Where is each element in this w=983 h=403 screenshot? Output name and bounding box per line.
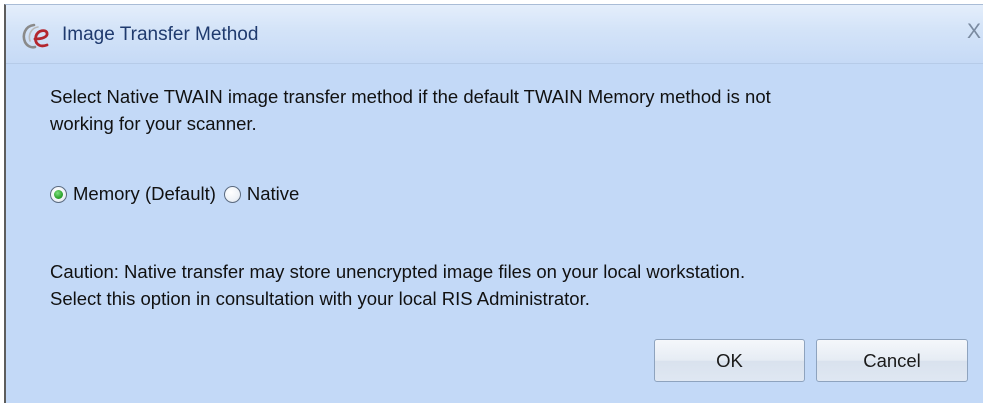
title-bar[interactable]: Image Transfer Method X [6, 5, 983, 64]
instruction-message: Select Native TWAIN image transfer metho… [50, 83, 970, 137]
ok-button[interactable]: OK [654, 339, 805, 382]
screen: Image Transfer Method X Select Native TW… [0, 0, 983, 403]
radio-label-memory[interactable]: Memory (Default) [73, 183, 216, 205]
radio-button-native[interactable] [223, 185, 241, 203]
image-transfer-dialog: Image Transfer Method X Select Native TW… [4, 4, 983, 403]
dialog-title: Image Transfer Method [62, 24, 259, 45]
caution-message: Caution: Native transfer may store unenc… [50, 258, 970, 312]
transfer-method-radio-group: Memory (Default) Native [50, 179, 307, 209]
radio-option-memory[interactable]: Memory (Default) [50, 183, 216, 205]
instruction-line-2: working for your scanner. [50, 113, 257, 134]
instruction-line-1: Select Native TWAIN image transfer metho… [50, 86, 771, 107]
radio-option-native[interactable]: Native [223, 183, 299, 205]
radio-label-native[interactable]: Native [247, 183, 299, 205]
cancel-button[interactable]: Cancel [816, 339, 968, 382]
close-icon[interactable]: X [967, 21, 981, 42]
caution-line-1: Caution: Native transfer may store unenc… [50, 261, 746, 282]
radio-button-memory-checked[interactable] [50, 185, 67, 203]
ce-logo-icon [20, 21, 56, 51]
caution-line-2: Select this option in consultation with … [50, 288, 590, 309]
